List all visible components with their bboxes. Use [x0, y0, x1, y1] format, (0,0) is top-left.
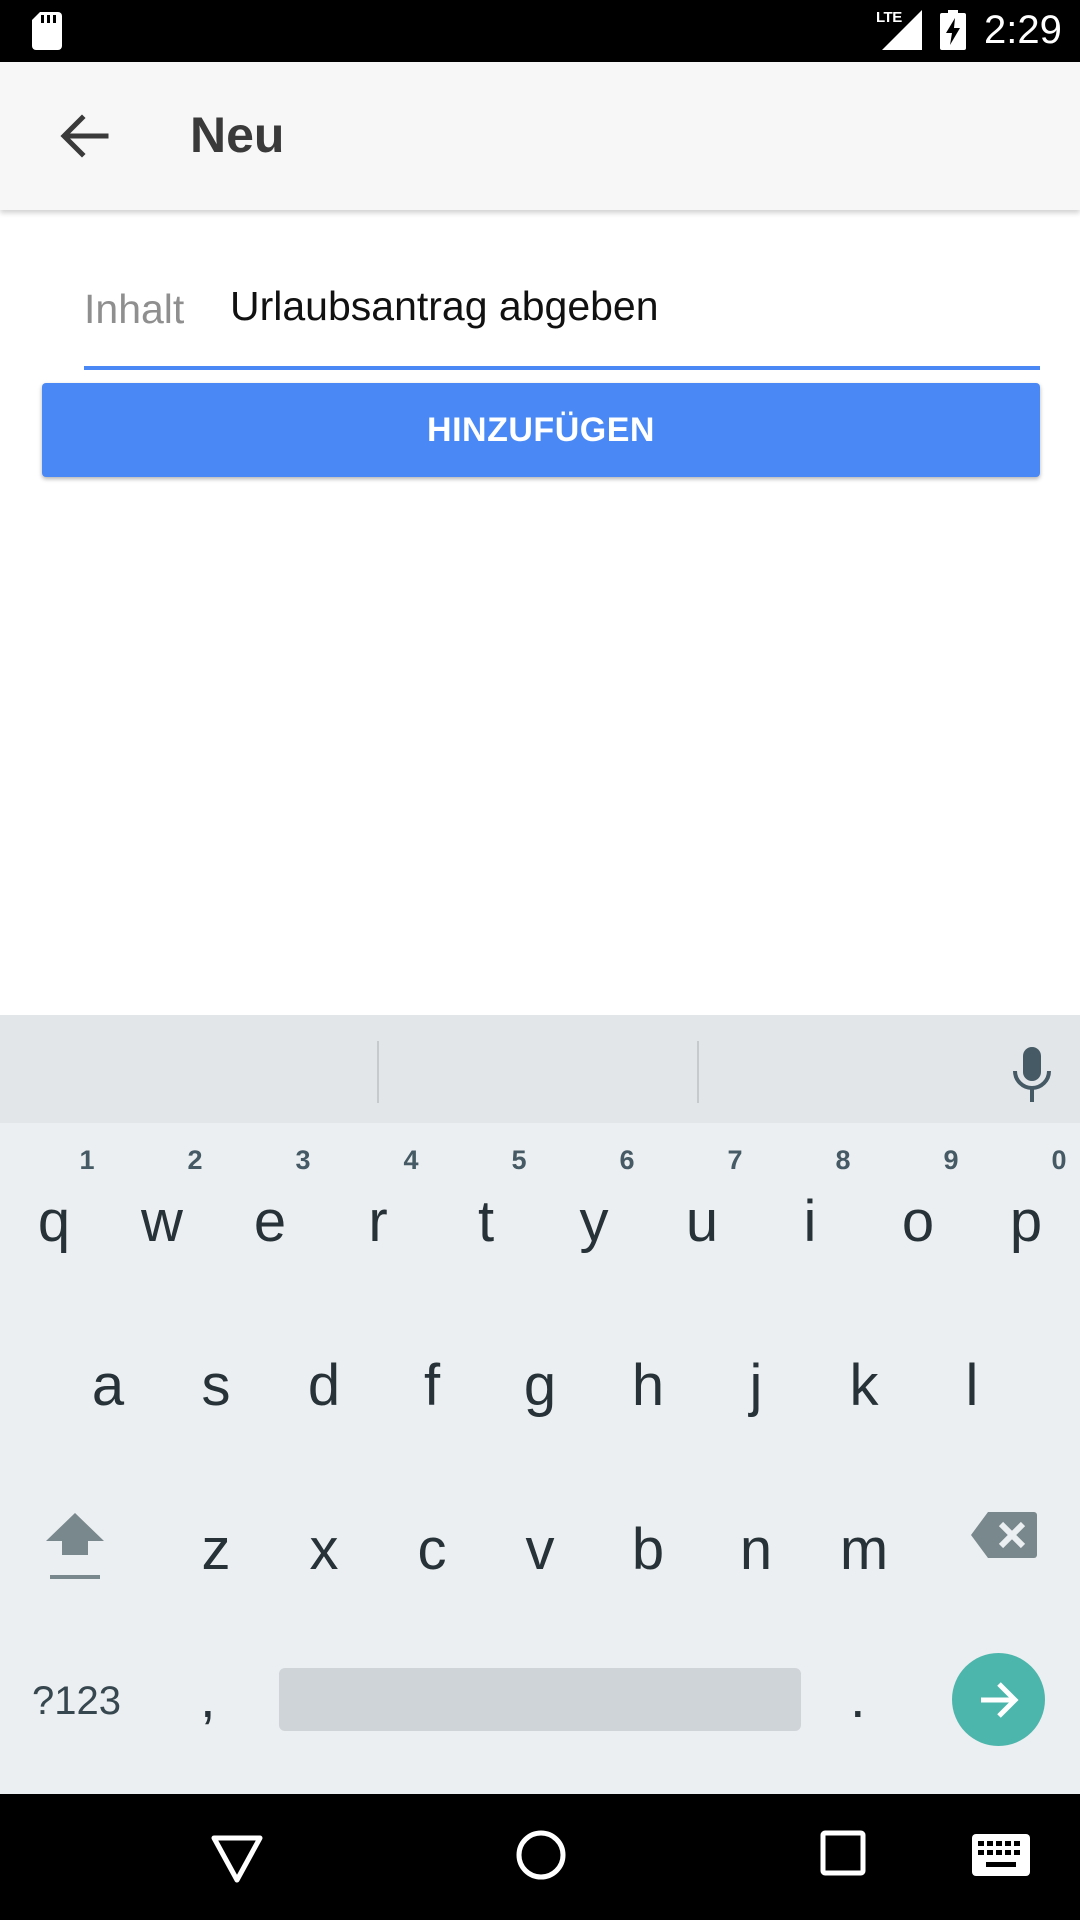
period-key[interactable]: . — [850, 1665, 866, 1730]
backspace-icon[interactable] — [970, 1510, 1038, 1560]
suggestion-strip — [0, 1015, 1080, 1123]
key-hint: 2 — [187, 1145, 203, 1175]
key-o[interactable]: o — [868, 1187, 968, 1257]
clock: 2:29 — [984, 8, 1062, 52]
arrow-forward-icon — [980, 1681, 1019, 1718]
add-button[interactable]: HINZUFÜGEN — [42, 383, 1040, 477]
comma-key[interactable]: , — [200, 1665, 216, 1730]
key-e[interactable]: e — [220, 1187, 320, 1257]
page-title: Neu — [190, 107, 285, 163]
soft-keyboard: 1 q 2 w 3 e 4 r 5 t 6 y 7 u 8 i 9 o 0 p … — [0, 1015, 1080, 1794]
nav-back-icon[interactable] — [210, 1834, 264, 1884]
key-hint: 0 — [1051, 1145, 1067, 1175]
key-l[interactable]: l — [922, 1351, 1022, 1421]
key-w[interactable]: w — [112, 1187, 212, 1257]
key-a[interactable]: a — [58, 1351, 158, 1421]
key-s[interactable]: s — [166, 1351, 266, 1421]
key-g[interactable]: g — [490, 1351, 590, 1421]
key-x[interactable]: x — [274, 1515, 374, 1585]
content-input-underline — [84, 366, 1040, 370]
key-y[interactable]: y — [544, 1187, 644, 1257]
key-q[interactable]: q — [4, 1187, 104, 1257]
key-c[interactable]: c — [382, 1515, 482, 1585]
nav-home-icon[interactable] — [514, 1828, 568, 1882]
key-i[interactable]: i — [760, 1187, 860, 1257]
key-hint: 8 — [835, 1145, 851, 1175]
content-input[interactable] — [230, 283, 1030, 330]
key-hint: 5 — [511, 1145, 527, 1175]
key-d[interactable]: d — [274, 1351, 374, 1421]
battery-charging-icon — [940, 10, 966, 50]
key-r[interactable]: r — [328, 1187, 428, 1257]
key-hint: 7 — [727, 1145, 743, 1175]
key-k[interactable]: k — [814, 1351, 914, 1421]
status-bar: LTE 2:29 — [0, 0, 1080, 62]
key-hint: 9 — [943, 1145, 959, 1175]
key-z[interactable]: z — [166, 1515, 266, 1585]
nav-keyboard-icon[interactable] — [972, 1834, 1030, 1876]
key-hint: 3 — [295, 1145, 311, 1175]
key-u[interactable]: u — [652, 1187, 752, 1257]
shift-icon[interactable] — [40, 1505, 110, 1585]
suggestion-divider — [377, 1041, 379, 1103]
suggestion-divider — [697, 1041, 699, 1103]
nav-recents-icon[interactable] — [820, 1830, 866, 1876]
key-hint: 4 — [403, 1145, 419, 1175]
key-p[interactable]: p — [976, 1187, 1076, 1257]
key-v[interactable]: v — [490, 1515, 590, 1585]
symbols-key[interactable]: ?123 — [32, 1679, 121, 1724]
key-f[interactable]: f — [382, 1351, 482, 1421]
key-t[interactable]: t — [436, 1187, 536, 1257]
content-field-label: Inhalt — [84, 286, 185, 332]
navigation-bar — [0, 1794, 1080, 1920]
space-bar[interactable] — [279, 1668, 801, 1731]
key-h[interactable]: h — [598, 1351, 698, 1421]
sd-card-icon — [32, 12, 62, 50]
key-n[interactable]: n — [706, 1515, 806, 1585]
enter-button[interactable] — [952, 1653, 1045, 1746]
arrow-back-icon[interactable] — [56, 108, 112, 164]
key-m[interactable]: m — [814, 1515, 914, 1585]
key-hint: 6 — [619, 1145, 635, 1175]
key-b[interactable]: b — [598, 1515, 698, 1585]
microphone-icon[interactable] — [1008, 1045, 1056, 1105]
network-type: LTE — [876, 9, 902, 26]
key-hint: 1 — [79, 1145, 95, 1175]
app-bar: Neu — [0, 62, 1080, 210]
key-j[interactable]: j — [706, 1351, 806, 1421]
